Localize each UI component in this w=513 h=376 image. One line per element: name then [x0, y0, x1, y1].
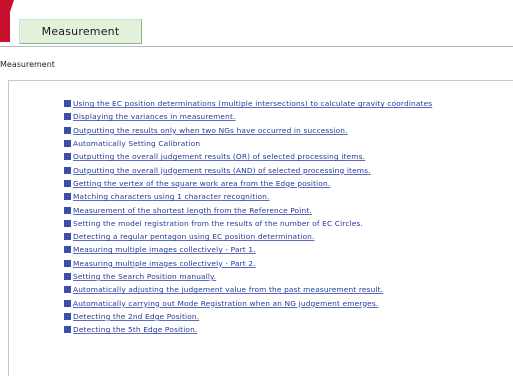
link-item[interactable]: Measuring multiple images collectively -… — [64, 243, 432, 256]
link-item[interactable]: Setting the Search Position manually. — [64, 270, 432, 283]
measurement-link[interactable]: Outputting the overall judgement results… — [73, 166, 371, 175]
link-item[interactable]: Getting the vertex of the square work ar… — [64, 177, 432, 190]
link-item[interactable]: Matching characters using 1 character re… — [64, 190, 432, 203]
square-bullet-icon — [64, 299, 71, 307]
link-item[interactable]: Automatically adjusting the judgement va… — [64, 283, 432, 296]
square-bullet-icon — [64, 179, 71, 187]
link-item[interactable]: Using the EC position determinations (mu… — [64, 97, 432, 110]
link-item[interactable]: Measuring multiple images collectively -… — [64, 257, 432, 270]
square-bullet-icon — [64, 312, 71, 320]
measurement-link[interactable]: Getting the vertex of the square work ar… — [73, 179, 330, 188]
measurement-link[interactable]: Outputting the overall judgement results… — [73, 152, 365, 161]
square-bullet-icon — [64, 246, 71, 254]
measurement-link[interactable]: Measuring multiple images collectively -… — [73, 245, 256, 254]
measurement-link[interactable]: Using the EC position determinations (mu… — [73, 99, 432, 108]
square-bullet-icon — [64, 153, 71, 161]
square-bullet-icon — [64, 286, 71, 294]
square-bullet-icon — [64, 100, 71, 108]
link-item[interactable]: Outputting the results only when two NGs… — [64, 124, 432, 137]
corner-accent-wedge — [0, 0, 14, 42]
measurement-link[interactable]: Automatically adjusting the judgement va… — [73, 285, 383, 294]
square-bullet-icon — [64, 140, 71, 148]
measurement-link-list: Using the EC position determinations (mu… — [64, 97, 432, 336]
measurement-link[interactable]: Setting the model registration from the … — [73, 219, 363, 228]
measurement-link[interactable]: Detecting a regular pentagon using EC po… — [73, 232, 315, 241]
measurement-link[interactable]: Measuring multiple images collectively -… — [73, 259, 256, 268]
link-item[interactable]: Measurement of the shortest length from … — [64, 203, 432, 216]
measurement-link[interactable]: Measurement of the shortest length from … — [73, 206, 312, 215]
link-item[interactable]: Outputting the overall judgement results… — [64, 163, 432, 176]
measurement-link[interactable]: Detecting the 5th Edge Position. — [73, 325, 197, 334]
square-bullet-icon — [64, 326, 71, 334]
link-item[interactable]: Detecting a regular pentagon using EC po… — [64, 230, 432, 243]
square-bullet-icon — [64, 193, 71, 201]
measurement-link[interactable]: Setting the Search Position manually. — [73, 272, 216, 281]
link-item[interactable]: Automatically Setting Calibration — [64, 137, 432, 150]
measurement-link[interactable]: Automatically Setting Calibration — [73, 139, 200, 148]
page: Measurement Measurement Using the EC pos… — [0, 0, 513, 376]
measurement-link[interactable]: Outputting the results only when two NGs… — [73, 126, 348, 135]
link-item[interactable]: Detecting the 2nd Edge Position. — [64, 310, 432, 323]
square-bullet-icon — [64, 206, 71, 214]
square-bullet-icon — [64, 259, 71, 267]
square-bullet-icon — [64, 219, 71, 227]
square-bullet-icon — [64, 273, 71, 280]
tab-measurement[interactable]: Measurement — [19, 19, 142, 44]
square-bullet-icon — [64, 166, 71, 174]
link-item[interactable]: Outputting the overall judgement results… — [64, 150, 432, 163]
link-item[interactable]: Setting the model registration from the … — [64, 217, 432, 230]
square-bullet-icon — [64, 126, 71, 134]
measurement-link[interactable]: Detecting the 2nd Edge Position. — [73, 312, 199, 321]
link-item[interactable]: Detecting the 5th Edge Position. — [64, 323, 432, 336]
tab-divider — [0, 46, 513, 47]
square-bullet-icon — [64, 233, 71, 241]
section-title: Measurement — [0, 60, 55, 69]
measurement-link[interactable]: Matching characters using 1 character re… — [73, 192, 269, 201]
link-item[interactable]: Displaying the variances in measurement. — [64, 110, 432, 123]
square-bullet-icon — [64, 113, 71, 121]
measurement-link[interactable]: Displaying the variances in measurement. — [73, 112, 236, 121]
link-item[interactable]: Automatically carrying out Mode Registra… — [64, 296, 432, 309]
measurement-link[interactable]: Automatically carrying out Mode Registra… — [73, 299, 378, 308]
